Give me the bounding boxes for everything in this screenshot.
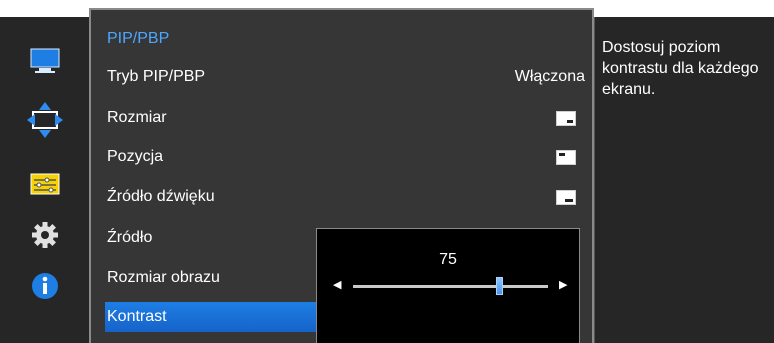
monitor-icon[interactable] (27, 47, 63, 77)
monitor-osd-screen: PIP/PBP Tryb PIP/PBP Włączona Rozmiar Po… (0, 0, 774, 343)
menu-item-label: Źródło dźwięku (107, 188, 215, 205)
gear-icon[interactable] (27, 220, 63, 250)
menu-item-contrast[interactable]: Kontrast (105, 302, 325, 332)
menu-item-label: Rozmiar obrazu (107, 269, 220, 286)
category-rail (0, 17, 90, 343)
contrast-slider-panel: 75 ◀ ▶ (316, 228, 580, 343)
pip-position-icon (556, 150, 576, 165)
arrow-right-icon[interactable]: ▶ (559, 278, 567, 291)
menu-item-label: Tryb PIP/PBP (107, 68, 206, 85)
slider-value: 75 (439, 251, 457, 268)
slider-track[interactable] (353, 285, 548, 288)
sound-source-icon (556, 190, 576, 205)
menu-item-position[interactable]: Pozycja (105, 142, 591, 172)
arrow-left-icon[interactable]: ◀ (333, 278, 341, 291)
info-icon[interactable] (27, 269, 63, 299)
menu-item-label: Rozmiar (107, 109, 167, 126)
menu-item-label: Pozycja (107, 148, 164, 165)
menu-item-pip-mode[interactable]: Tryb PIP/PBP Włączona (105, 62, 591, 92)
help-text: Dostosuj poziom kontrastu dla każdego ek… (602, 39, 759, 98)
menu-item-sound-source[interactable]: Źródło dźwięku (105, 182, 591, 212)
help-panel: Dostosuj poziom kontrastu dla każdego ek… (594, 17, 774, 343)
sliders-icon[interactable] (27, 172, 63, 202)
slider-thumb[interactable] (495, 277, 503, 295)
menu-item-value: Włączona (514, 68, 585, 85)
menu-item-size[interactable]: Rozmiar (105, 103, 591, 133)
menu-item-label: Źródło (107, 229, 153, 246)
menu-item-label: Kontrast (107, 308, 167, 325)
menu-title: PIP/PBP (107, 30, 170, 47)
move-arrows-icon[interactable] (27, 100, 63, 138)
pip-size-icon (556, 111, 576, 126)
